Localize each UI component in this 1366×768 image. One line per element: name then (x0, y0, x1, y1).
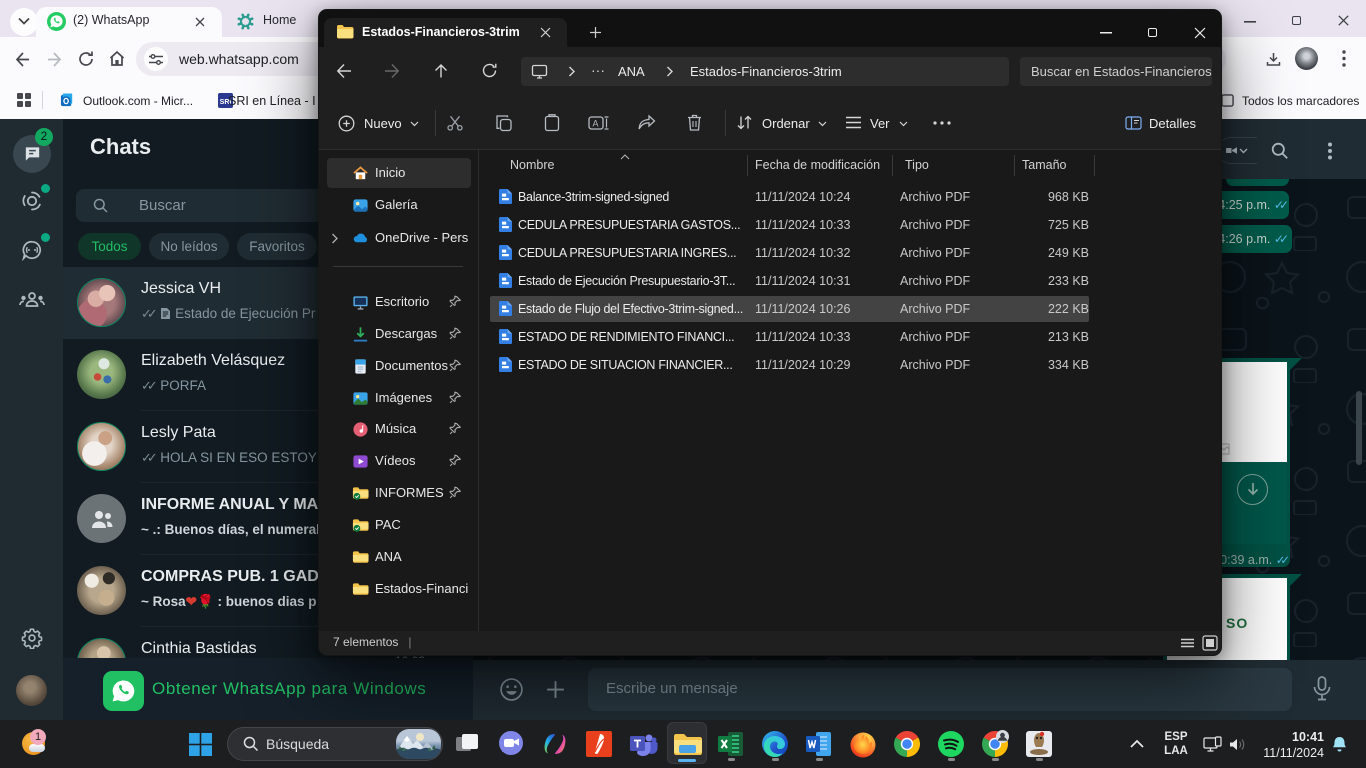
svg-text:A: A (593, 119, 599, 129)
